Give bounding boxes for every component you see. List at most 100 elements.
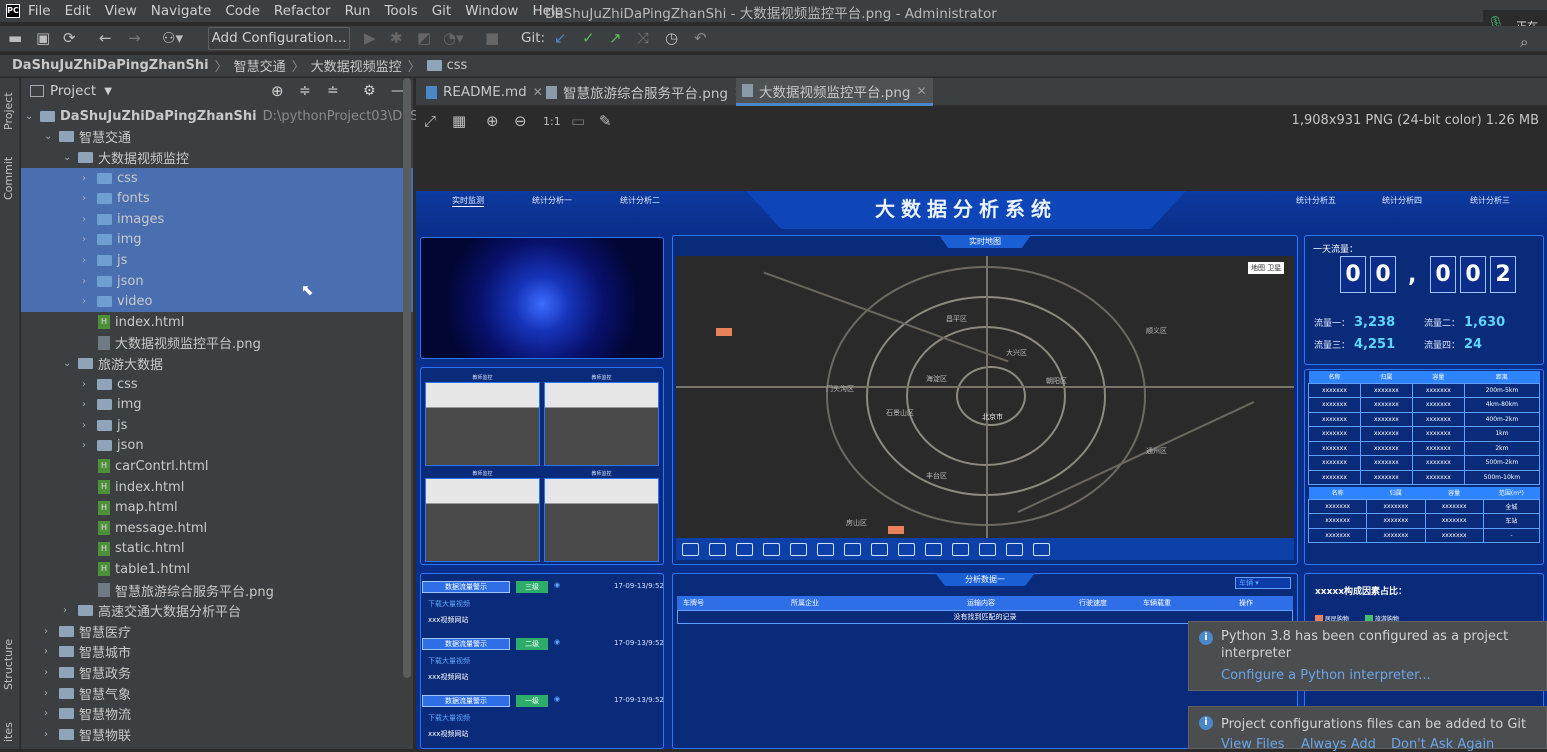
tree-item[interactable]: › img xyxy=(21,229,413,251)
building-icon[interactable] xyxy=(898,542,915,556)
menu-window[interactable]: Window xyxy=(465,3,518,19)
tree-item[interactable]: › 智慧城市 xyxy=(21,642,131,663)
chevron-right-icon[interactable]: › xyxy=(82,255,94,266)
tree-item[interactable]: › 智慧政务 xyxy=(21,662,131,683)
chevron-right-icon[interactable]: › xyxy=(44,708,56,719)
menu-navigate[interactable]: Navigate xyxy=(151,3,212,19)
refresh-icon[interactable] xyxy=(1033,542,1050,556)
tree-item[interactable]: › 智慧物流 xyxy=(21,703,131,724)
alarm-warning-button[interactable]: 数据流量警示 xyxy=(422,638,510,650)
git-push-icon[interactable]: ↗ xyxy=(609,30,622,47)
actual-size-button[interactable]: 1:1 xyxy=(543,115,561,128)
sync-icon[interactable]: ⟳ xyxy=(63,30,76,47)
chevron-down-icon[interactable]: ⌄ xyxy=(44,131,56,142)
chevron-right-icon[interactable]: › xyxy=(82,399,94,410)
truck-icon[interactable] xyxy=(979,542,996,556)
tree-item[interactable]: ⌄ 大数据视频监控 xyxy=(21,147,189,168)
alarm-warning-button[interactable]: 数据流量警示 xyxy=(422,581,510,593)
git-merge-icon[interactable]: ⤨ xyxy=(637,30,649,47)
tree-item[interactable]: › img xyxy=(21,394,142,415)
tree-item[interactable]: 智慧旅游综合服务平台.png xyxy=(21,580,274,601)
menu-run[interactable]: Run xyxy=(345,3,371,19)
close-icon[interactable]: ✕ xyxy=(917,84,927,98)
menu-file[interactable]: File xyxy=(28,3,51,19)
alarm-link[interactable]: 下载大量视频 xyxy=(428,713,470,723)
commit-tool-tab[interactable]: Commit xyxy=(2,157,15,200)
save-icon[interactable]: ▣ xyxy=(36,30,50,47)
chevron-down-icon[interactable]: ▼ xyxy=(104,86,112,97)
chevron-right-icon[interactable]: › xyxy=(82,214,94,225)
menu-git[interactable]: Git xyxy=(432,3,452,19)
project-scrollbar[interactable] xyxy=(403,78,411,678)
tree-item[interactable]: › 智慧医疗 xyxy=(21,621,131,642)
animal-icon[interactable] xyxy=(817,542,834,556)
locate-icon[interactable]: ⊕ xyxy=(271,82,284,100)
tree-item[interactable]: ⌄ 旅游大数据 xyxy=(21,353,163,374)
chart-icon[interactable] xyxy=(952,542,969,556)
map-toggle-satellite[interactable]: 卫星 xyxy=(1267,264,1281,272)
chevron-right-icon[interactable]: › xyxy=(82,420,94,431)
tree-item[interactable]: 大数据视频监控平台.png xyxy=(21,333,261,354)
tree-item[interactable]: › 智慧物联 xyxy=(21,724,131,745)
user-dropdown-icon[interactable]: ⚇▾ xyxy=(162,30,183,47)
gear-icon[interactable]: ⚙ xyxy=(363,83,376,99)
back-icon[interactable]: ← xyxy=(99,30,112,47)
menu-view[interactable]: View xyxy=(105,3,137,19)
shrink-icon[interactable] xyxy=(736,542,753,556)
favorites-tool-tab[interactable]: ites xyxy=(2,722,15,742)
tree-item[interactable]: › json xyxy=(21,270,413,292)
chevron-right-icon[interactable]: › xyxy=(82,440,94,451)
chevron-right-icon[interactable]: › xyxy=(82,193,94,204)
tree-item[interactable]: Hindex.html xyxy=(21,312,184,333)
prev-icon[interactable] xyxy=(763,542,780,556)
menu-tools[interactable]: Tools xyxy=(384,3,417,19)
tree-item[interactable]: ⌄ 智慧交通 xyxy=(21,127,131,148)
breadcrumb-zhihuijiaotong[interactable]: 智慧交通 xyxy=(234,56,286,75)
dont-ask-again-link[interactable]: Don't Ask Again xyxy=(1391,737,1494,752)
tree-item[interactable]: HcarContrl.html xyxy=(21,456,209,477)
always-add-link[interactable]: Always Add xyxy=(1301,737,1376,752)
search-icon[interactable]: ⌕ xyxy=(1520,34,1528,51)
tree-item[interactable]: › 智慧气象 xyxy=(21,683,131,704)
tree-item[interactable]: › json xyxy=(21,436,144,457)
tree-item[interactable]: › video xyxy=(21,291,413,312)
profile-icon[interactable]: ◔▾ xyxy=(443,30,464,47)
chevron-right-icon[interactable]: › xyxy=(44,688,56,699)
project-tool-tab[interactable]: Project xyxy=(2,92,15,130)
fit-window-icon[interactable]: ▭ xyxy=(571,112,585,130)
menu-refactor[interactable]: Refactor xyxy=(274,3,331,19)
tree-item[interactable]: › css xyxy=(21,167,413,189)
tree-item[interactable]: › fonts xyxy=(21,188,413,209)
map-type-toggle[interactable]: 地图 卫星 xyxy=(1248,262,1285,274)
configure-interpreter-link[interactable]: Configure a Python interpreter... xyxy=(1221,668,1431,683)
zoom-out-icon[interactable]: ⊖ xyxy=(514,112,527,130)
collapse-all-icon[interactable]: ≐ xyxy=(327,83,339,99)
chevron-down-icon[interactable]: ⌄ xyxy=(63,358,75,369)
chevron-right-icon[interactable]: › xyxy=(82,276,94,287)
tree-item[interactable]: › images xyxy=(21,209,413,230)
chevron-right-icon[interactable]: › xyxy=(63,605,75,616)
tree-item[interactable]: Hstatic.html xyxy=(21,539,184,560)
coverage-icon[interactable]: ◩ xyxy=(417,30,431,47)
chevron-right-icon[interactable]: › xyxy=(82,296,94,307)
menu-edit[interactable]: Edit xyxy=(65,3,91,19)
tree-item[interactable]: › js xyxy=(21,250,413,271)
tree-item[interactable]: Hmessage.html xyxy=(21,518,207,539)
tree-item[interactable]: Htable1.html xyxy=(21,559,190,580)
zoom-in-icon[interactable]: ⊕ xyxy=(486,112,499,130)
tree-item[interactable]: › css xyxy=(21,374,138,395)
next-icon[interactable] xyxy=(790,542,807,556)
forward-icon[interactable]: → xyxy=(128,30,141,47)
tree-item[interactable]: ⌄ DaShuJuZhiDaPingZhanShi D:\pythonProject… xyxy=(21,106,447,127)
open-folder-icon[interactable]: ▬ xyxy=(8,30,22,47)
chevron-right-icon[interactable]: › xyxy=(44,729,56,740)
grid-icon[interactable]: ▦ xyxy=(452,112,466,130)
menu-code[interactable]: Code xyxy=(225,3,260,19)
tree-item[interactable]: Hindex.html xyxy=(21,477,184,498)
globe-icon[interactable] xyxy=(844,542,861,556)
project-panel-title[interactable]: Project xyxy=(50,83,96,99)
chat-icon[interactable] xyxy=(871,542,888,556)
git-update-icon[interactable]: ↙ xyxy=(554,30,567,47)
git-history-icon[interactable]: ◷ xyxy=(665,30,678,47)
chevron-right-icon[interactable]: › xyxy=(82,234,94,245)
